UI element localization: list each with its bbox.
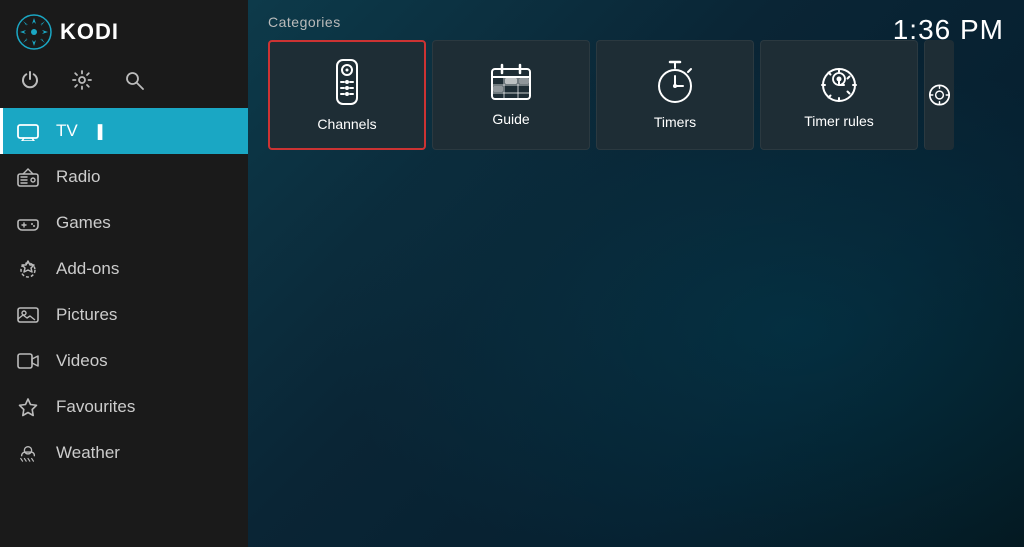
favourites-label: Favourites — [56, 397, 135, 417]
sidebar-item-tv[interactable]: TV ▌ — [0, 108, 248, 154]
weather-icon — [16, 441, 40, 465]
videos-label: Videos — [56, 351, 108, 371]
tv-label: TV — [56, 121, 78, 141]
category-tile-timers[interactable]: Timers — [596, 40, 754, 150]
channels-tile-label: Channels — [317, 116, 376, 132]
cursor-indicator: ▌ — [98, 124, 107, 139]
sidebar: KODI — [0, 0, 248, 547]
sidebar-item-games[interactable]: Games — [0, 200, 248, 246]
timer-rules-tile-label: Timer rules — [804, 113, 874, 129]
timers-tile-icon — [655, 60, 695, 104]
pictures-label: Pictures — [56, 305, 117, 325]
settings-button[interactable] — [68, 66, 96, 94]
sidebar-icon-bar — [0, 60, 248, 108]
sidebar-item-videos[interactable]: Videos — [0, 338, 248, 384]
category-tile-partial — [924, 40, 954, 150]
timer-rules-tile-icon — [819, 61, 859, 103]
main-content: 1:36 PM Categories — [248, 0, 1024, 547]
sidebar-item-radio[interactable]: Radio — [0, 154, 248, 200]
sidebar-header: KODI — [0, 0, 248, 60]
clock-display: 1:36 PM — [893, 14, 1004, 46]
category-tile-guide[interactable]: Guide — [432, 40, 590, 150]
addons-icon — [16, 257, 40, 281]
guide-tile-label: Guide — [492, 111, 529, 127]
sidebar-item-weather[interactable]: Weather — [0, 430, 248, 476]
weather-label: Weather — [56, 443, 120, 463]
games-label: Games — [56, 213, 111, 233]
app-title: KODI — [60, 19, 119, 45]
radio-icon — [16, 165, 40, 189]
favourites-icon — [16, 395, 40, 419]
kodi-logo-icon — [16, 14, 52, 50]
category-tile-timer-rules[interactable]: Timer rules — [760, 40, 918, 150]
guide-tile-icon — [490, 63, 532, 101]
tv-icon — [16, 119, 40, 143]
channels-tile-icon — [327, 58, 367, 106]
sidebar-item-pictures[interactable]: Pictures — [0, 292, 248, 338]
power-button[interactable] — [16, 66, 44, 94]
category-tile-channels[interactable]: Channels — [268, 40, 426, 150]
addons-label: Add-ons — [56, 259, 119, 279]
pictures-icon — [16, 303, 40, 327]
sidebar-item-favourites[interactable]: Favourites — [0, 384, 248, 430]
search-button[interactable] — [120, 66, 148, 94]
radio-label: Radio — [56, 167, 100, 187]
games-icon — [16, 211, 40, 235]
sidebar-item-addons[interactable]: Add-ons — [0, 246, 248, 292]
videos-icon — [16, 349, 40, 373]
timers-tile-label: Timers — [654, 114, 696, 130]
sidebar-nav: TV ▌ Radio — [0, 108, 248, 547]
categories-grid: Channels — [248, 40, 1024, 150]
